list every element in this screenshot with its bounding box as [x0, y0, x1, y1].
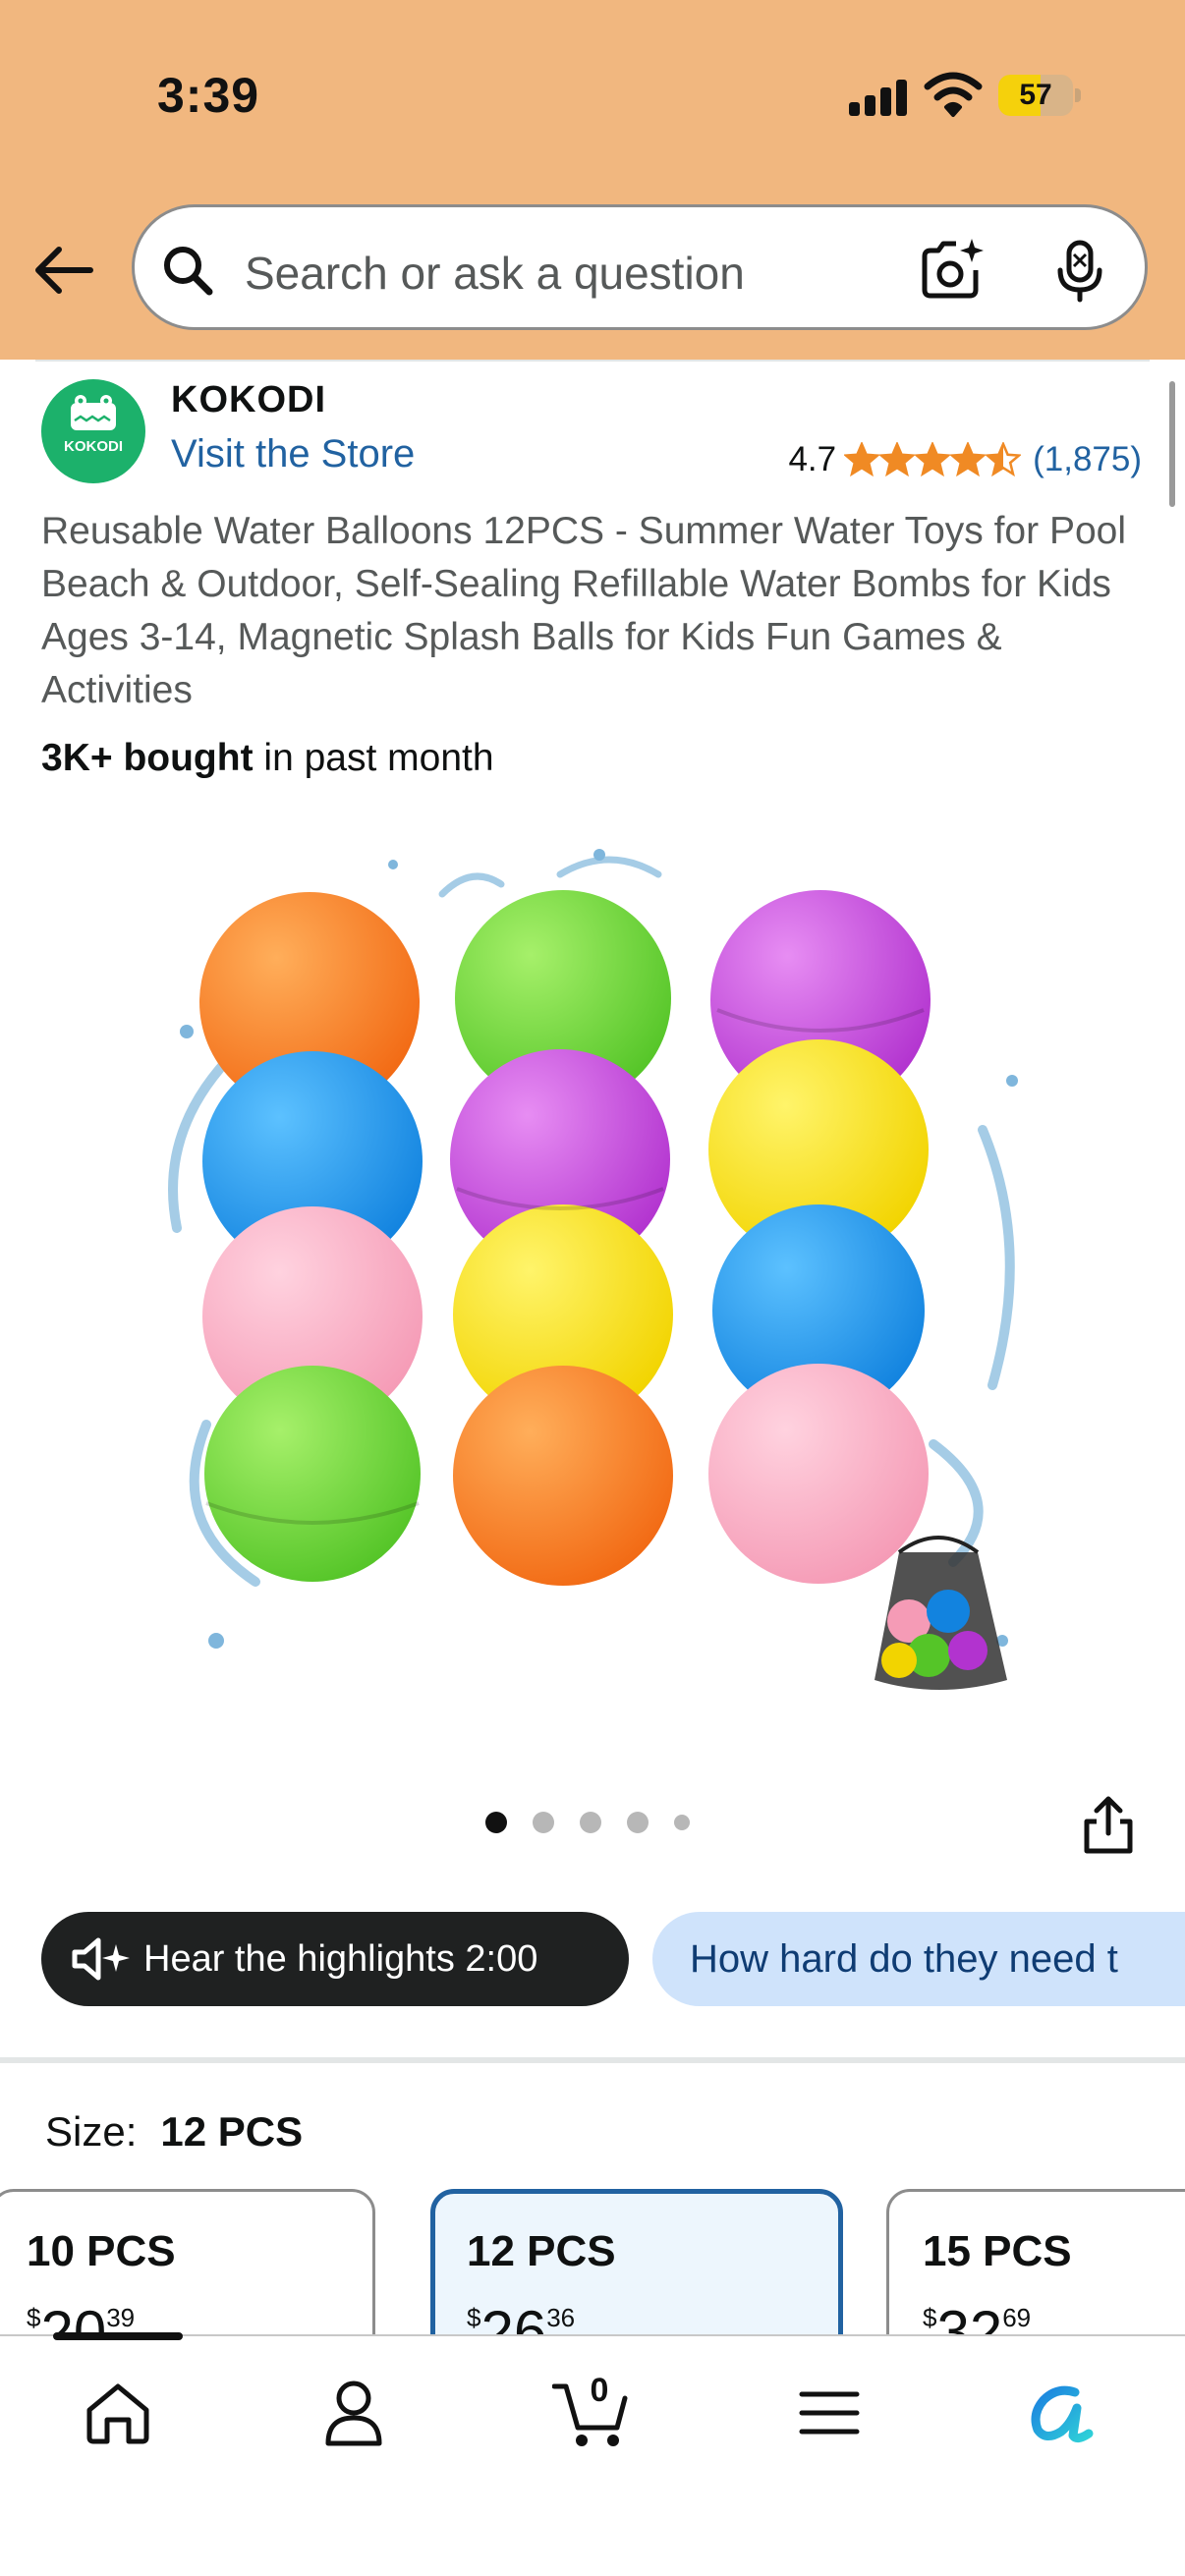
share-icon[interactable] — [1077, 1794, 1140, 1857]
star-full-icon — [844, 442, 880, 477]
microphone-icon[interactable] — [1052, 239, 1107, 304]
size-label: Size: — [45, 2108, 138, 2155]
nav-menu[interactable] — [790, 2374, 869, 2452]
rufus-ai-icon — [1031, 2385, 1094, 2443]
suggested-question-chip[interactable]: How hard do they need t — [652, 1912, 1185, 2006]
search-bar[interactable]: Search or ask a question — [132, 204, 1148, 330]
carousel-dot[interactable] — [674, 1815, 690, 1830]
nav-account[interactable] — [314, 2374, 393, 2452]
size-option-name: 12 PCS — [467, 2227, 616, 2275]
star-full-icon — [950, 442, 987, 477]
star-half-icon — [986, 442, 1022, 477]
rating-summary[interactable]: 4.7 (1,875) — [788, 436, 1142, 483]
bought-count: 3K+ bought — [41, 737, 254, 779]
carousel-dot[interactable] — [533, 1812, 554, 1833]
home-icon — [86, 2383, 149, 2444]
brand-name[interactable]: KOKODI — [171, 379, 326, 421]
product-image[interactable] — [147, 835, 1042, 1719]
scrollbar — [1169, 381, 1175, 507]
speaker-sparkle-icon — [72, 1937, 130, 1981]
battery-icon: 57 — [998, 75, 1081, 116]
account-icon — [325, 2380, 382, 2446]
nav-rufus[interactable] — [1024, 2374, 1102, 2452]
cellular-signal-icon — [849, 77, 908, 116]
product-title: Reusable Water Balloons 12PCS - Summer W… — [41, 510, 1126, 711]
nav-home[interactable] — [79, 2374, 157, 2452]
menu-icon — [799, 2391, 860, 2435]
carousel-dot[interactable] — [627, 1812, 649, 1833]
search-icon — [164, 247, 213, 296]
suggested-question-label: How hard do they need t — [690, 1936, 1118, 1981]
visit-store-link[interactable]: Visit the Store — [171, 432, 415, 476]
size-selector-header: Size: 12 PCS — [45, 2108, 303, 2156]
brand-logo-text: KOKODI — [64, 438, 123, 455]
crocodile-logo-icon — [71, 395, 116, 430]
cart-count: 0 — [590, 2372, 609, 2409]
mesh-bag — [875, 1536, 1007, 1690]
hear-highlights-label: Hear the highlights 2:00 — [143, 1937, 538, 1980]
selected-size: 12 PCS — [160, 2108, 304, 2155]
carousel-dot[interactable] — [580, 1812, 601, 1833]
size-option-name: 10 PCS — [27, 2227, 176, 2275]
back-arrow-icon — [35, 247, 93, 294]
brand-logo[interactable]: KOKODI — [41, 379, 145, 483]
camera-search-icon[interactable] — [919, 237, 988, 302]
battery-level: 57 — [1019, 79, 1052, 111]
app-header: 3:39 57 Search or ask a question — [0, 0, 1185, 360]
bottom-navigation-bar — [0, 2334, 1185, 2576]
nav-cart[interactable]: 0 — [552, 2372, 631, 2452]
back-button[interactable] — [29, 236, 98, 305]
rating-count-link[interactable]: (1,875) — [1033, 440, 1142, 479]
header-divider — [35, 360, 1150, 362]
bought-suffix: in past month — [253, 737, 494, 779]
wifi-icon — [924, 72, 983, 117]
section-divider — [0, 2057, 1185, 2063]
image-carousel-dots[interactable] — [485, 1812, 715, 1833]
bought-in-past-month: 3K+ bought in past month — [41, 737, 494, 780]
search-input[interactable]: Search or ask a question — [245, 247, 745, 300]
status-time: 3:39 — [157, 68, 260, 123]
rating-value: 4.7 — [788, 440, 837, 478]
active-tab-indicator — [53, 2332, 183, 2340]
hear-highlights-button[interactable]: Hear the highlights 2:00 — [41, 1912, 629, 2006]
star-rating — [844, 442, 1022, 477]
star-full-icon — [879, 442, 916, 477]
size-option-name: 15 PCS — [923, 2227, 1072, 2275]
carousel-dot[interactable] — [485, 1812, 507, 1833]
star-full-icon — [915, 442, 951, 477]
